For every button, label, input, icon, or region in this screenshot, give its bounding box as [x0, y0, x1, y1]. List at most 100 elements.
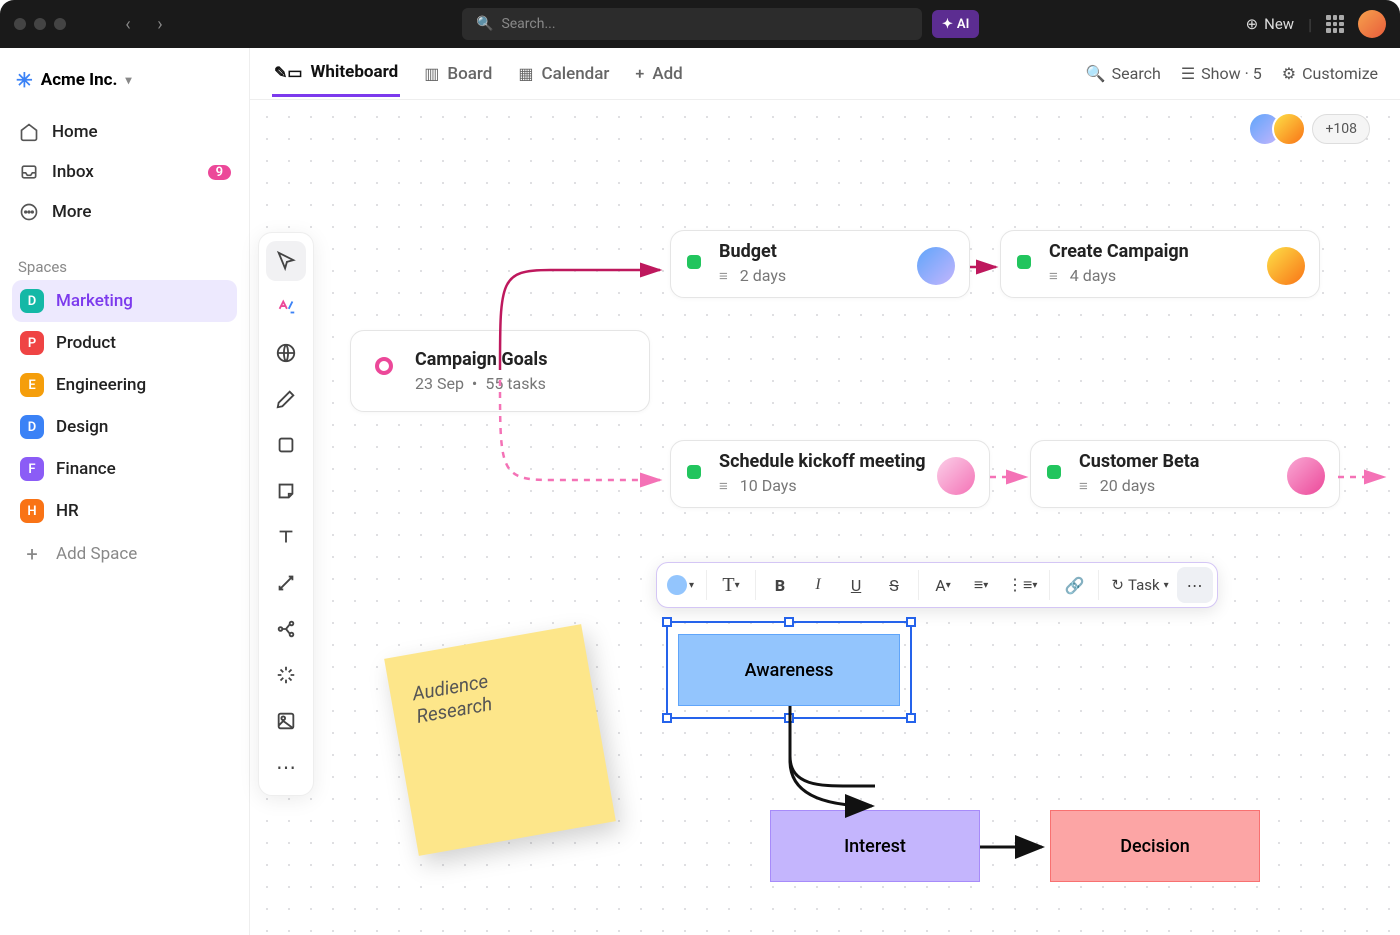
- sidebar-space-marketing[interactable]: DMarketing: [12, 280, 237, 322]
- sidebar-space-engineering[interactable]: EEngineering: [12, 364, 237, 406]
- status-indicator: [1047, 465, 1061, 479]
- flow-arrow: [782, 706, 892, 820]
- tool-ai[interactable]: [266, 655, 306, 695]
- flow-node-interest[interactable]: Interest: [770, 810, 980, 882]
- nav-back-button[interactable]: ‹: [114, 10, 142, 38]
- gear-icon: ⚙: [1282, 64, 1296, 83]
- search-icon: 🔍: [476, 16, 493, 32]
- sidebar: ✳ Acme Inc. ▾ Home Inbox 9 More Spaces D…: [0, 48, 250, 935]
- ai-button[interactable]: ✦ AI: [932, 10, 979, 38]
- whiteboard-canvas[interactable]: +108 ⋯ Campaign Goals 23: [250, 100, 1400, 935]
- strikethrough-button[interactable]: S: [876, 567, 912, 603]
- search-placeholder: Search...: [501, 16, 555, 32]
- workspace-name: Acme Inc.: [41, 70, 118, 90]
- task-card-kickoff[interactable]: Schedule kickoff meeting ≡10 Days: [670, 440, 990, 508]
- description-icon: ≡: [719, 477, 728, 495]
- description-icon: ≡: [1079, 477, 1088, 495]
- workspace-logo-icon: ✳: [16, 68, 33, 92]
- space-badge: P: [20, 331, 44, 355]
- tool-connector[interactable]: [266, 563, 306, 603]
- add-space-label: Add Space: [56, 544, 137, 564]
- italic-button[interactable]: I: [800, 567, 836, 603]
- view-tabbar: ✎▭ Whiteboard ▥ Board ▦ Calendar + Add 🔍…: [250, 48, 1400, 100]
- assignee-avatar[interactable]: [917, 247, 955, 285]
- tool-more[interactable]: ⋯: [266, 747, 306, 787]
- sidebar-item-label: Home: [52, 122, 98, 142]
- assignee-avatar[interactable]: [1267, 247, 1305, 285]
- apps-grid-icon[interactable]: [1326, 15, 1344, 33]
- add-space-button[interactable]: + Add Space: [12, 532, 237, 576]
- task-card-customer-beta[interactable]: Customer Beta ≡20 days: [1030, 440, 1340, 508]
- inbox-badge: 9: [208, 165, 231, 180]
- bold-button[interactable]: B: [762, 567, 798, 603]
- task-title: Schedule kickoff meeting: [719, 451, 973, 472]
- tool-pointer[interactable]: [266, 241, 306, 281]
- tool-pen[interactable]: [266, 379, 306, 419]
- font-button[interactable]: T▾: [713, 567, 749, 603]
- customize-button[interactable]: ⚙Customize: [1282, 64, 1378, 83]
- task-title: Customer Beta: [1079, 451, 1323, 472]
- nav-forward-button[interactable]: ›: [146, 10, 174, 38]
- status-indicator: [1017, 255, 1031, 269]
- sidebar-item-home[interactable]: Home: [12, 112, 237, 152]
- underline-button[interactable]: U: [838, 567, 874, 603]
- board-icon: ▥: [424, 64, 439, 83]
- tab-whiteboard[interactable]: ✎▭ Whiteboard: [272, 50, 400, 97]
- workspace-switcher[interactable]: ✳ Acme Inc. ▾: [12, 62, 237, 98]
- align-button[interactable]: ≡▾: [963, 567, 999, 603]
- flow-arrow: [980, 835, 1060, 865]
- list-button[interactable]: ⋮≡▾: [1001, 567, 1043, 603]
- sidebar-space-product[interactable]: PProduct: [12, 322, 237, 364]
- goal-status-icon: [375, 357, 393, 375]
- text-color-button[interactable]: A▾: [925, 567, 961, 603]
- task-card-budget[interactable]: Budget ≡2 days: [670, 230, 970, 298]
- fill-color-button[interactable]: ▾: [661, 567, 700, 603]
- tool-shape[interactable]: [266, 425, 306, 465]
- assignee-avatar[interactable]: [937, 457, 975, 495]
- new-button[interactable]: ⊕ New: [1246, 15, 1295, 33]
- space-label: Design: [56, 417, 108, 437]
- tab-board[interactable]: ▥ Board: [422, 52, 494, 96]
- toolbar-more-button[interactable]: ⋯: [1177, 567, 1213, 603]
- search-button[interactable]: 🔍Search: [1086, 64, 1161, 83]
- tab-calendar[interactable]: ▦ Calendar: [516, 52, 611, 96]
- assignee-avatar[interactable]: [1287, 457, 1325, 495]
- tab-add-view[interactable]: + Add: [633, 52, 684, 96]
- tool-sticky[interactable]: [266, 471, 306, 511]
- sidebar-space-design[interactable]: DDesign: [12, 406, 237, 448]
- tool-palette: ⋯: [258, 232, 314, 796]
- tool-image[interactable]: [266, 701, 306, 741]
- collaborators-more[interactable]: +108: [1312, 114, 1370, 144]
- ellipsis-icon: [18, 202, 40, 222]
- flow-arrow: [780, 706, 900, 816]
- status-indicator: [687, 465, 701, 479]
- collaborator-avatar[interactable]: [1272, 112, 1306, 146]
- goal-card-title: Campaign Goals: [415, 349, 627, 370]
- sidebar-item-inbox[interactable]: Inbox 9: [12, 152, 237, 192]
- sidebar-item-more[interactable]: More: [12, 192, 237, 232]
- space-label: Finance: [56, 459, 116, 479]
- user-avatar[interactable]: [1358, 10, 1386, 38]
- tool-web[interactable]: [266, 333, 306, 373]
- sticky-note[interactable]: Audience Research: [384, 624, 616, 856]
- sidebar-space-hr[interactable]: HHR: [12, 490, 237, 532]
- sidebar-space-finance[interactable]: FFinance: [12, 448, 237, 490]
- flow-node-decision[interactable]: Decision: [1050, 810, 1260, 882]
- description-icon: ≡: [719, 267, 728, 285]
- connector-dashed: [1338, 465, 1388, 495]
- space-badge: H: [20, 499, 44, 523]
- task-card-create-campaign[interactable]: Create Campaign ≡4 days: [1000, 230, 1320, 298]
- tool-task[interactable]: [266, 287, 306, 327]
- plus-circle-icon: ⊕: [1246, 15, 1259, 33]
- show-button[interactable]: ☰Show · 5: [1181, 64, 1262, 83]
- link-button[interactable]: 🔗: [1056, 567, 1092, 603]
- flow-node-awareness[interactable]: Awareness: [678, 634, 900, 706]
- spaces-header: Spaces: [12, 254, 237, 280]
- collaborators: +108: [1258, 112, 1370, 146]
- tool-mindmap[interactable]: [266, 609, 306, 649]
- global-search-input[interactable]: 🔍 Search...: [462, 8, 922, 40]
- space-label: Marketing: [56, 291, 133, 311]
- tool-text[interactable]: [266, 517, 306, 557]
- convert-task-button[interactable]: ↻Task▾: [1105, 567, 1174, 603]
- goal-card[interactable]: Campaign Goals 23 Sep•55 tasks: [350, 330, 650, 412]
